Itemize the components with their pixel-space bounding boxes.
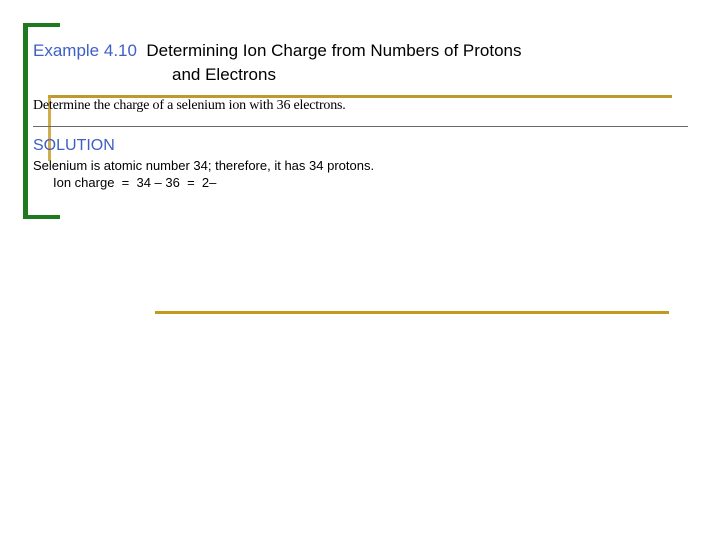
example-number: Example 4.10 [33, 41, 137, 60]
solution-equation: Ion charge = 34 – 36 = 2– [53, 175, 217, 190]
problem-statement: Determine the charge of a selenium ion w… [33, 98, 346, 113]
gold-bottom-line [155, 311, 669, 314]
green-bracket-top [23, 23, 60, 27]
solution-line1: Selenium is atomic number 34; therefore,… [33, 158, 375, 173]
green-bracket-bottom [23, 215, 60, 219]
solution-body: Selenium is atomic number 34; therefore,… [33, 157, 374, 191]
divider [33, 126, 688, 127]
solution-heading: SOLUTION [33, 137, 115, 154]
green-bracket-vertical [23, 23, 28, 219]
example-title-line2: and Electrons [172, 65, 276, 84]
example-title: Example 4.10 Determining Ion Charge from… [33, 39, 522, 87]
example-title-line1: Determining Ion Charge from Numbers of P… [146, 41, 522, 60]
